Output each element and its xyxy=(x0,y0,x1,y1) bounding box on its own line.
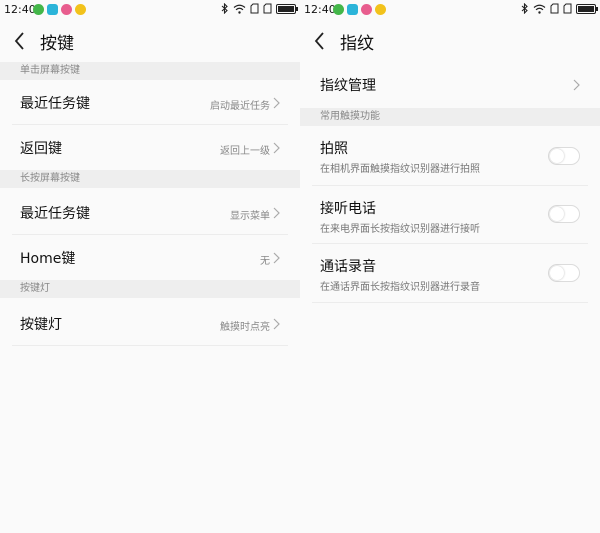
row-value: 触摸时点亮 xyxy=(220,322,270,333)
app-notification-icon xyxy=(75,4,86,15)
row-label: Home键 xyxy=(20,251,76,267)
feature-label: 拍照 xyxy=(320,141,348,157)
app-notification-icon xyxy=(347,4,358,15)
status-bar: 12:40 xyxy=(300,0,600,20)
feature-label: 通话录音 xyxy=(320,259,376,275)
app-notification-icon xyxy=(333,4,344,15)
toggle-knob xyxy=(550,149,564,163)
wifi-icon xyxy=(233,4,246,14)
camera-toggle[interactable] xyxy=(548,147,580,165)
feature-row-answer-call: 接听电话 在来电界面长按指纹识别器进行接听 xyxy=(300,186,600,244)
row-label: 返回键 xyxy=(20,141,62,157)
toggle-knob xyxy=(550,207,564,221)
system-icons xyxy=(221,3,298,14)
chevron-right-icon xyxy=(273,142,280,154)
app-notification-icon xyxy=(375,4,386,15)
section-header-common-touch: 常用触摸功能 xyxy=(300,108,600,126)
divider xyxy=(312,302,588,303)
chevron-right-icon xyxy=(273,207,280,219)
keys-settings-screen: 12:40 按键 单击屏幕按键 最近任务键 启动最近任务 返回键 返回上一级 长… xyxy=(0,0,300,533)
header: 按键 xyxy=(0,20,300,62)
back-arrow-icon[interactable] xyxy=(312,30,328,52)
app-notification-icon xyxy=(33,4,44,15)
row-recent-tasks-key[interactable]: 最近任务键 启动最近任务 xyxy=(0,80,300,125)
row-home-key[interactable]: Home键 无 xyxy=(0,235,300,280)
feature-description: 在来电界面长按指纹识别器进行接听 xyxy=(320,224,480,235)
wifi-icon xyxy=(533,4,546,14)
feature-row-call-recording: 通话录音 在通话界面长按指纹识别器进行录音 xyxy=(300,244,600,303)
section-header-long-press: 长按屏幕按键 xyxy=(0,170,300,188)
row-value: 显示菜单 xyxy=(230,211,270,222)
header: 指纹 xyxy=(300,20,600,62)
chevron-right-icon xyxy=(573,79,580,91)
chevron-right-icon xyxy=(273,252,280,264)
notification-icons xyxy=(33,4,86,15)
bluetooth-icon xyxy=(521,3,528,14)
page-title: 按键 xyxy=(40,34,74,54)
status-bar: 12:40 xyxy=(0,0,300,20)
sim-icon xyxy=(563,3,572,14)
call-recording-toggle[interactable] xyxy=(548,264,580,282)
battery-icon xyxy=(576,3,598,14)
row-label: 指纹管理 xyxy=(320,78,376,94)
feature-label: 接听电话 xyxy=(320,201,376,217)
row-value: 返回上一级 xyxy=(220,146,270,157)
app-notification-icon xyxy=(361,4,372,15)
answer-call-toggle[interactable] xyxy=(548,205,580,223)
notification-icons xyxy=(333,4,386,15)
row-recent-tasks-key-long[interactable]: 最近任务键 显示菜单 xyxy=(0,188,300,235)
sim-icon xyxy=(250,3,259,14)
row-label: 最近任务键 xyxy=(20,206,90,222)
sim-icon xyxy=(263,3,272,14)
screens: 12:40 按键 单击屏幕按键 最近任务键 启动最近任务 返回键 返回上一级 长… xyxy=(0,0,600,533)
section-header-key-light: 按键灯 xyxy=(0,280,300,298)
divider xyxy=(12,345,288,346)
row-back-key[interactable]: 返回键 返回上一级 xyxy=(0,125,300,170)
feature-row-camera: 拍照 在相机界面触摸指纹识别器进行拍照 xyxy=(300,126,600,186)
chevron-right-icon xyxy=(273,97,280,109)
row-fingerprint-management[interactable]: 指纹管理 xyxy=(300,62,600,108)
back-arrow-icon[interactable] xyxy=(12,30,28,52)
app-notification-icon xyxy=(61,4,72,15)
row-value: 无 xyxy=(260,256,270,267)
row-label: 按键灯 xyxy=(20,317,62,333)
fingerprint-settings-screen: 12:40 指纹 指纹管理 常用触摸功能 拍照 在相机界面触摸指纹识别器进行拍照… xyxy=(300,0,600,533)
chevron-right-icon xyxy=(273,318,280,330)
sim-icon xyxy=(550,3,559,14)
system-icons xyxy=(521,3,598,14)
feature-description: 在通话界面长按指纹识别器进行录音 xyxy=(320,282,480,293)
status-time: 12:40 xyxy=(304,3,336,16)
row-key-light[interactable]: 按键灯 触摸时点亮 xyxy=(0,298,300,346)
feature-description: 在相机界面触摸指纹识别器进行拍照 xyxy=(320,164,480,175)
status-time: 12:40 xyxy=(4,3,36,16)
section-header-single-tap: 单击屏幕按键 xyxy=(0,62,300,80)
toggle-knob xyxy=(550,266,564,280)
row-value: 启动最近任务 xyxy=(210,101,270,112)
page-title: 指纹 xyxy=(340,34,374,54)
battery-icon xyxy=(276,3,298,14)
row-label: 最近任务键 xyxy=(20,96,90,112)
bluetooth-icon xyxy=(221,3,228,14)
app-notification-icon xyxy=(47,4,58,15)
